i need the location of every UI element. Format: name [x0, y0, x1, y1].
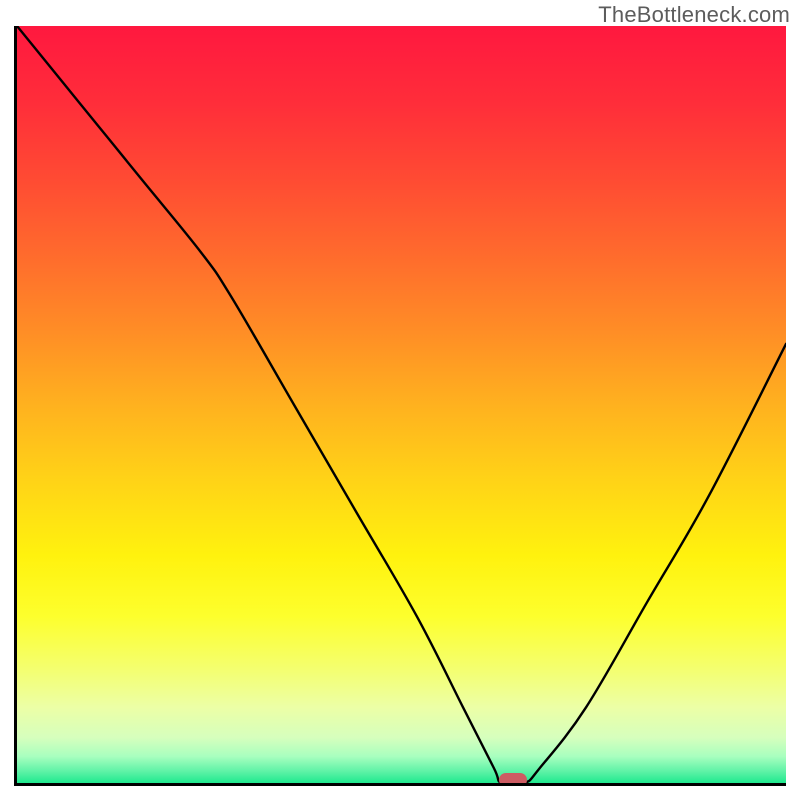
- optimal-marker: [499, 773, 527, 786]
- curve-layer: [17, 26, 786, 783]
- watermark-text: TheBottleneck.com: [598, 2, 790, 28]
- bottleneck-curve: [17, 26, 786, 783]
- plot-area: [14, 26, 786, 786]
- chart-stage: TheBottleneck.com: [0, 0, 800, 800]
